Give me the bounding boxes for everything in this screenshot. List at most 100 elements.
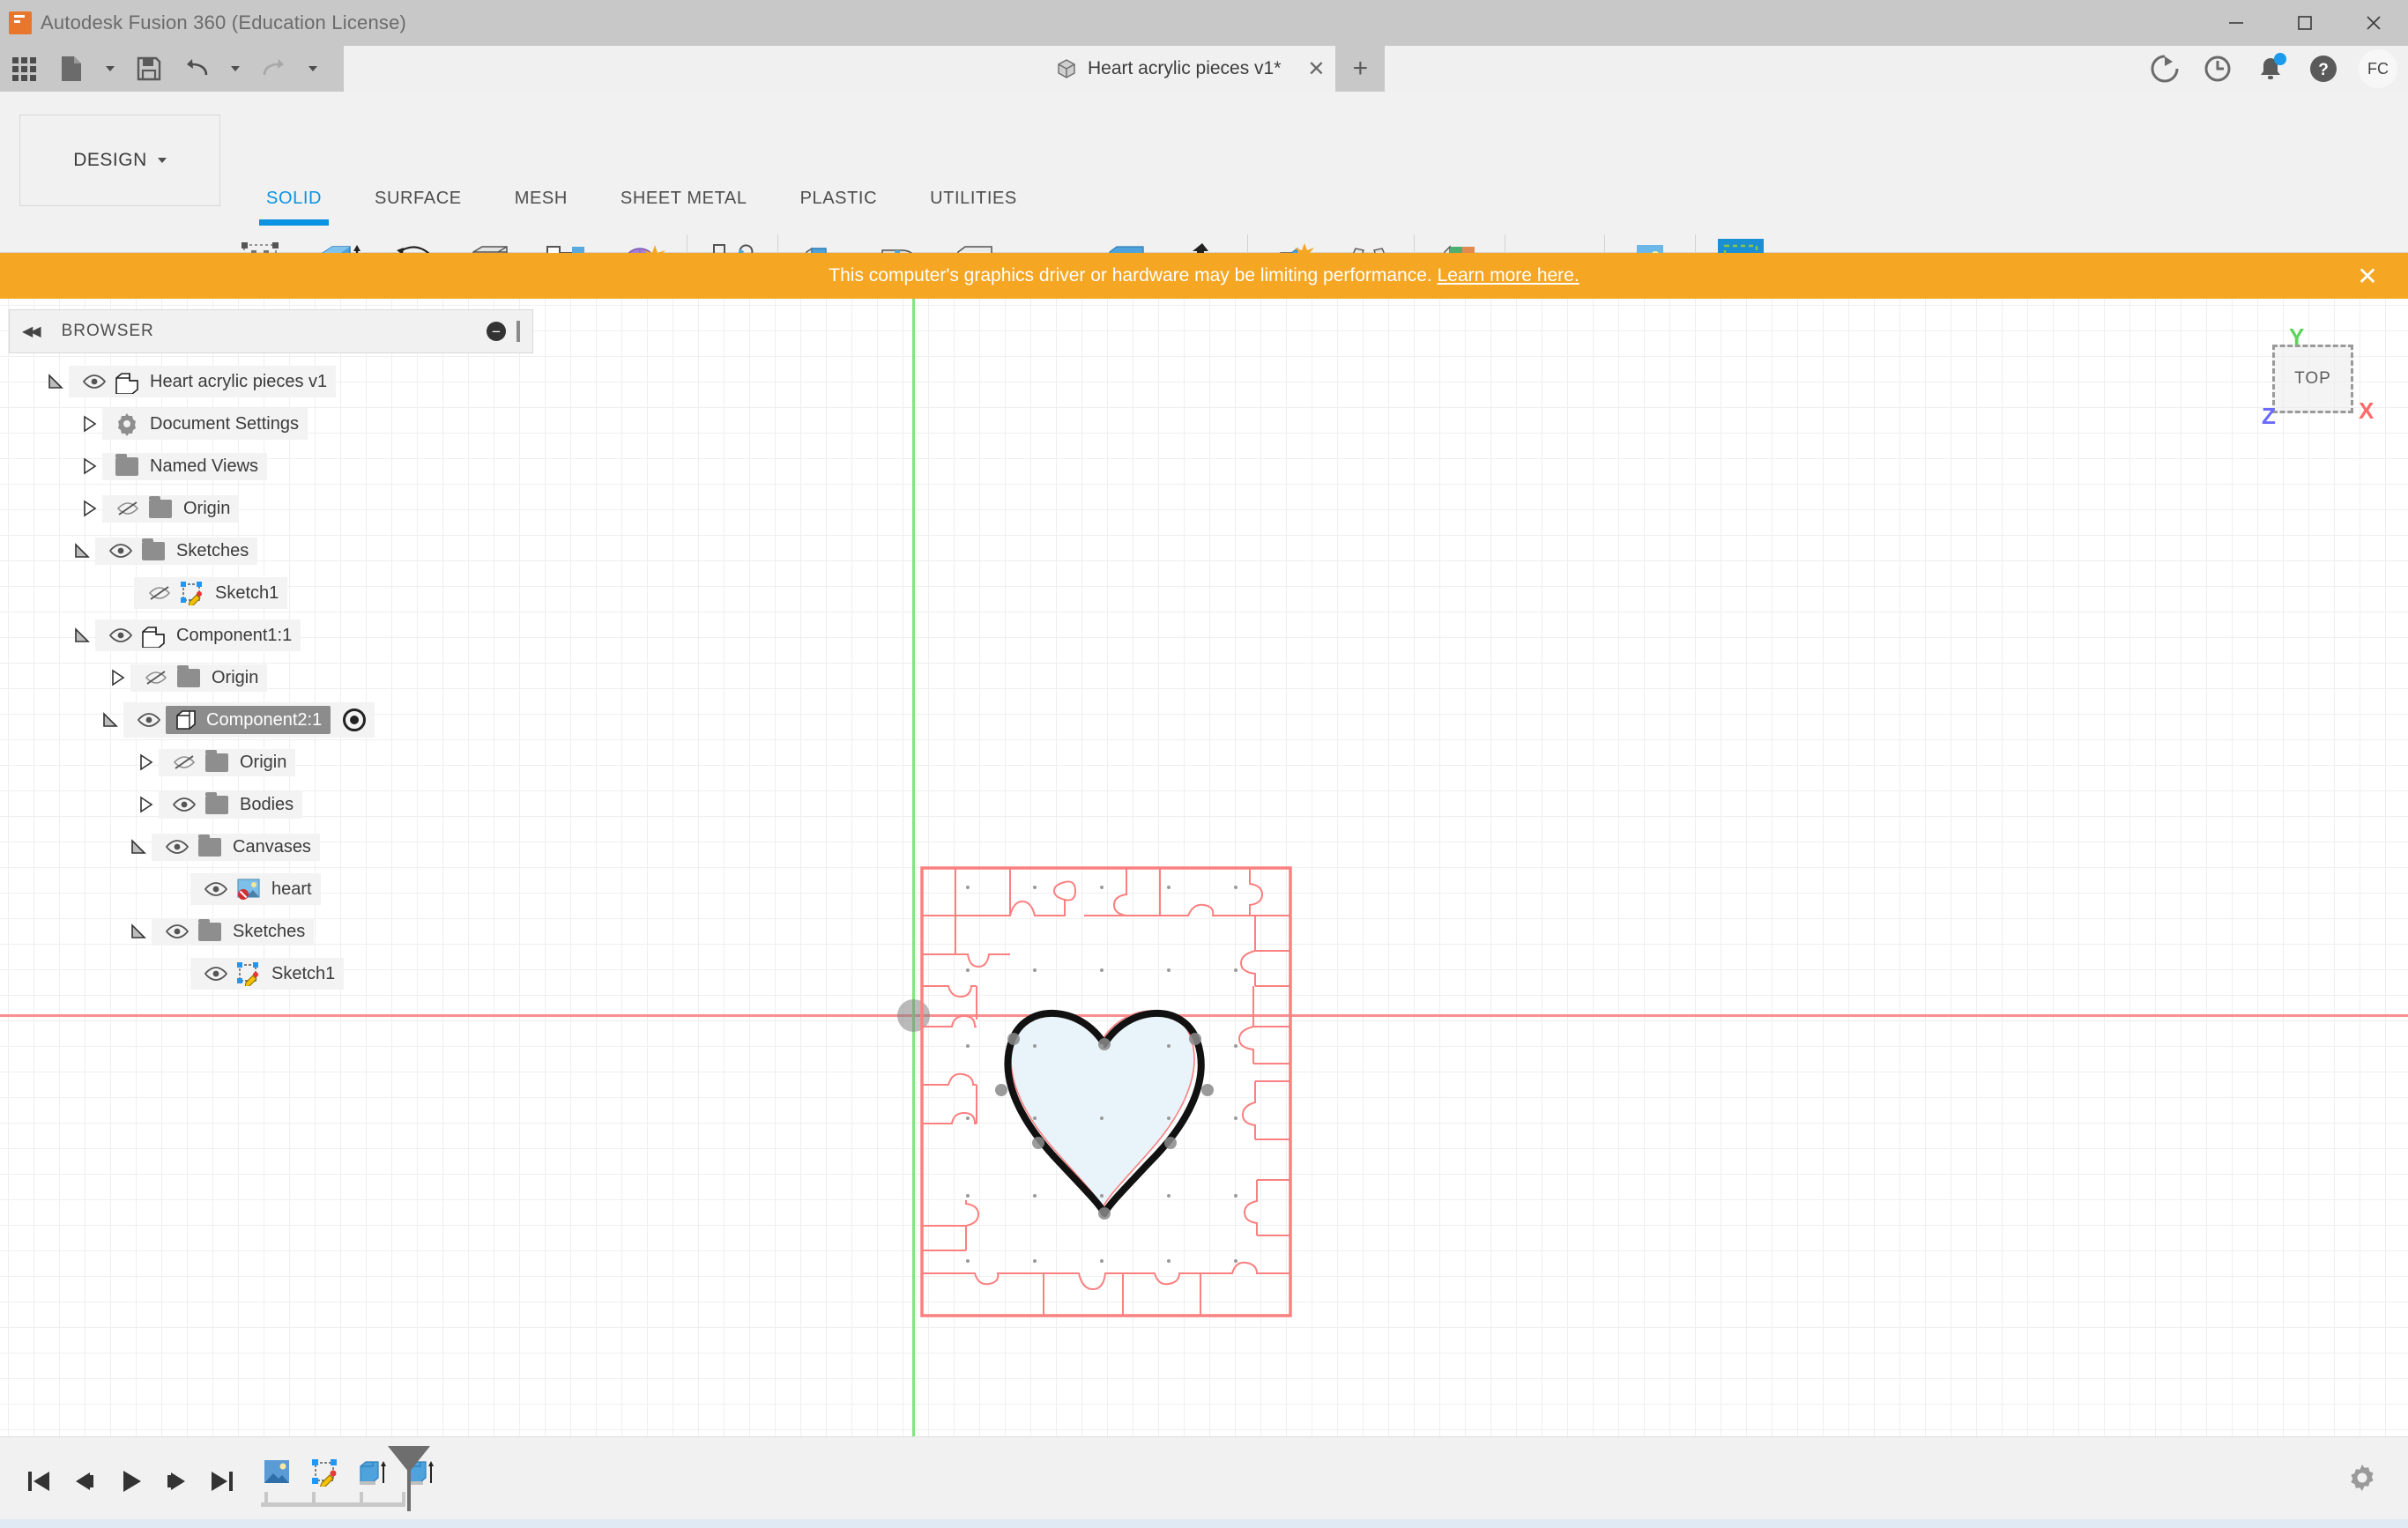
visibility-eye-icon[interactable] (160, 839, 194, 855)
maximize-button[interactable] (2271, 0, 2339, 46)
visibility-eye-icon[interactable] (132, 712, 166, 728)
job-status-icon[interactable] (2140, 46, 2189, 92)
minimize-button[interactable] (2202, 0, 2271, 46)
apps-grid-icon[interactable] (0, 46, 48, 92)
sketch-geometry[interactable] (917, 863, 1296, 1321)
timeline-tick (264, 1492, 268, 1504)
tab-sheet-metal[interactable]: SHEET METAL (594, 189, 774, 219)
tree-item-heart-acrylic-pieces[interactable]: Heart acrylic pieces v1 (9, 360, 533, 403)
timeline-canvas-image-icon[interactable] (254, 1451, 301, 1494)
undo-icon[interactable] (173, 46, 220, 92)
go-to-end-icon[interactable] (199, 1450, 245, 1513)
tree-item-label: Sketch1 (271, 963, 336, 983)
tree-item-label: Sketches (176, 540, 249, 560)
banner-close-icon[interactable]: ✕ (2348, 253, 2387, 299)
tab-close-icon[interactable]: ✕ (1297, 46, 1335, 92)
tree-item-origin-root[interactable]: Origin (9, 487, 533, 530)
visibility-eye-icon[interactable] (167, 797, 201, 812)
document-component-icon (111, 369, 143, 394)
expander-expanded-icon[interactable] (69, 541, 95, 560)
undo-dropdown-caret-icon[interactable] (220, 46, 250, 92)
tab-utilities[interactable]: UTILITIES (903, 189, 1044, 219)
tree-item-component2-selected[interactable]: Component2:1 (9, 699, 533, 741)
tab-plastic[interactable]: PLASTIC (774, 189, 904, 219)
tree-item-origin-c2[interactable]: Origin (9, 741, 533, 783)
visibility-eye-icon[interactable] (78, 374, 111, 389)
help-question-icon[interactable]: ? (2299, 46, 2348, 92)
play-icon[interactable] (108, 1450, 153, 1513)
tab-surface[interactable]: SURFACE (348, 189, 488, 219)
close-button[interactable] (2339, 0, 2408, 46)
expander-collapsed-icon[interactable] (76, 414, 102, 434)
expander-expanded-icon[interactable] (69, 626, 95, 645)
document-tab[interactable]: Heart acrylic pieces v1* (1040, 46, 1297, 92)
tree-item-canvases[interactable]: Canvases (9, 826, 533, 868)
expander-collapsed-icon[interactable] (132, 753, 159, 772)
design-canvas[interactable]: TOP Y X Z ◀◀ BROWSER − Heart acrylic pie… (0, 299, 2408, 1436)
tree-item-document-settings[interactable]: Document Settings (9, 403, 533, 445)
timeline-sketch-icon[interactable] (301, 1451, 349, 1494)
selected-component-pill[interactable]: Component2:1 (166, 706, 331, 734)
expander-collapsed-icon[interactable] (76, 456, 102, 476)
workspace-switcher[interactable]: DESIGN (19, 115, 220, 206)
visibility-eye-icon[interactable] (160, 923, 194, 939)
panel-minimize-icon[interactable]: − (487, 322, 506, 341)
redo-dropdown-caret-icon[interactable] (298, 46, 328, 92)
visibility-eye-hidden-icon[interactable] (167, 753, 201, 771)
visibility-eye-icon[interactable] (199, 966, 233, 982)
panel-grip-icon[interactable] (517, 321, 520, 342)
tree-item-component1[interactable]: Component1:1 (9, 614, 533, 656)
timeline-tick (360, 1492, 363, 1504)
tree-item-sketch1-root[interactable]: Sketch1 (9, 572, 533, 614)
visibility-eye-hidden-icon[interactable] (143, 584, 176, 602)
banner-learn-more-link[interactable]: Learn more here. (1438, 265, 1579, 286)
recent-history-icon[interactable] (2193, 46, 2242, 92)
tree-item-sketches-c2[interactable]: Sketches (9, 910, 533, 953)
redo-icon[interactable] (250, 46, 298, 92)
view-cube-face[interactable]: TOP (2272, 345, 2353, 413)
timeline-settings-gear-icon[interactable] (2346, 1462, 2378, 1498)
visibility-eye-icon[interactable] (199, 881, 233, 897)
tree-item-named-views[interactable]: Named Views (9, 445, 533, 487)
expander-expanded-icon[interactable] (42, 372, 69, 391)
visibility-eye-icon[interactable] (104, 627, 137, 643)
expander-collapsed-icon[interactable] (132, 795, 159, 814)
activate-component-radio[interactable] (343, 708, 367, 731)
avatar[interactable]: FC (2359, 49, 2397, 88)
visibility-eye-hidden-icon[interactable] (111, 500, 145, 517)
tree-item-bodies[interactable]: Bodies (9, 783, 533, 826)
expander-collapsed-icon[interactable] (104, 668, 130, 687)
window-title-bar: Autodesk Fusion 360 (Education License) (0, 0, 2408, 46)
new-file-dropdown-caret-icon[interactable] (95, 46, 125, 92)
expander-expanded-icon[interactable] (125, 837, 152, 857)
expander-expanded-icon[interactable] (97, 710, 123, 730)
performance-warning-banner: This computer's graphics driver or hardw… (0, 253, 2408, 299)
save-icon[interactable] (125, 46, 173, 92)
tab-solid[interactable]: SOLID (240, 189, 348, 226)
expander-collapsed-icon[interactable] (76, 499, 102, 518)
notification-bell-icon[interactable] (2246, 46, 2295, 92)
step-back-icon[interactable] (62, 1450, 108, 1513)
visibility-eye-icon[interactable] (104, 543, 137, 559)
document-tab-strip: Heart acrylic pieces v1* ✕ + ? FC (344, 46, 2408, 92)
expander-expanded-icon[interactable] (125, 922, 152, 941)
visibility-eye-hidden-icon[interactable] (139, 669, 173, 686)
folder-icon (111, 453, 143, 476)
add-tab-button[interactable]: + (1335, 46, 1386, 92)
tree-item-heart-canvas[interactable]: heart (9, 868, 533, 910)
view-cube[interactable]: TOP Y X Z (2260, 323, 2375, 438)
collapse-panel-icon[interactable]: ◀◀ (22, 323, 41, 340)
tree-item-label: Named Views (150, 456, 259, 476)
step-forward-icon[interactable] (153, 1450, 199, 1513)
tab-mesh[interactable]: MESH (488, 189, 594, 219)
folder-icon (201, 749, 233, 772)
tree-item-sketch1-c2[interactable]: Sketch1 (9, 953, 533, 995)
timeline-end-marker-icon[interactable] (388, 1446, 430, 1511)
tree-item-sketches-root[interactable]: Sketches (9, 530, 533, 572)
new-file-icon[interactable] (48, 46, 95, 92)
tree-item-label: Origin (183, 498, 231, 518)
tree-item-origin-c1[interactable]: Origin (9, 656, 533, 699)
axis-y-label: Y (2289, 323, 2305, 350)
go-to-beginning-icon[interactable] (16, 1450, 62, 1513)
component-icon (137, 623, 169, 648)
